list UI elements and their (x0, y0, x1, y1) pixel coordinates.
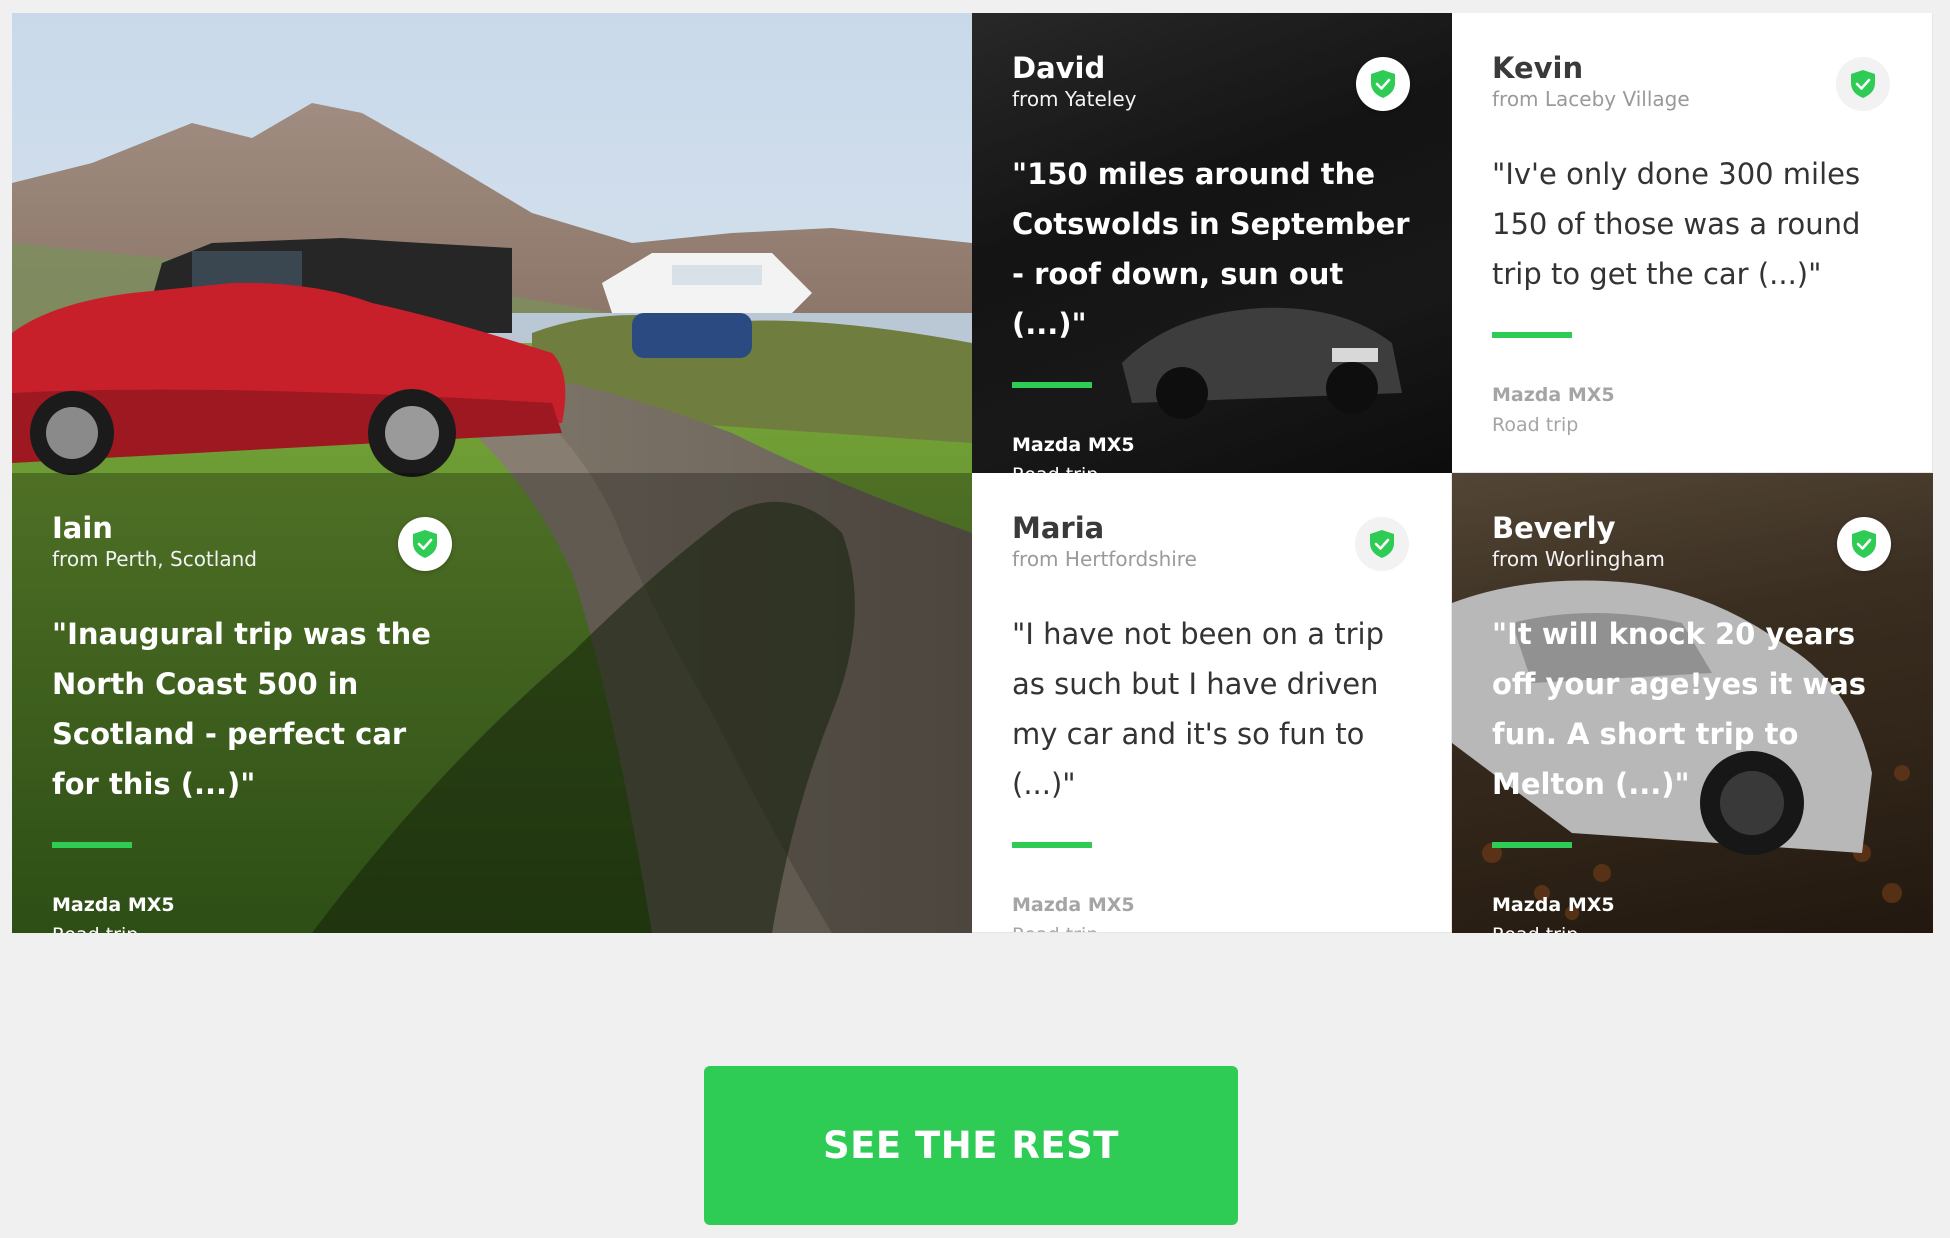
shield-check-icon (413, 530, 437, 558)
car-model: Mazda MX5 (1492, 894, 1615, 916)
accent-divider (1492, 842, 1572, 848)
car-model: Mazda MX5 (1492, 384, 1615, 406)
reviewer-location: from Worlingham (1492, 547, 1665, 571)
reviewer-location: from Laceby Village (1492, 87, 1690, 111)
testimonial-quote: "It will knock 20 years off your age!yes… (1492, 617, 1867, 801)
testimonial-card-iain[interactable]: Iain from Perth, Scotland "Inaugural tri… (12, 473, 972, 933)
shield-check-icon (1851, 70, 1875, 98)
verified-badge (398, 517, 452, 571)
testimonial-card-maria[interactable]: Maria from Hertfordshire "I have not bee… (972, 473, 1452, 933)
verified-badge (1355, 517, 1409, 571)
testimonial-card-kevin[interactable]: Kevin from Laceby Village "Iv'e only don… (1452, 13, 1933, 473)
trip-type: Road trip (1492, 920, 1893, 933)
verified-badge (1836, 57, 1890, 111)
reviewer-name: Maria (1012, 511, 1105, 545)
trip-type: Road trip (52, 920, 932, 933)
testimonial-card-beverly[interactable]: Beverly from Worlingham "It will knock 2… (1452, 473, 1933, 933)
reviewer-name: Kevin (1492, 51, 1584, 85)
car-model: Mazda MX5 (1012, 894, 1135, 916)
verified-badge (1837, 517, 1891, 571)
testimonial-quote: "150 miles around the Cotswolds in Septe… (1012, 157, 1410, 341)
verified-badge (1356, 57, 1410, 111)
shield-check-icon (1371, 70, 1395, 98)
see-the-rest-button[interactable]: SEE THE REST (704, 1066, 1238, 1225)
trip-type: Road trip (1012, 920, 1411, 932)
reviewer-name: Iain (52, 511, 113, 545)
accent-divider (1012, 382, 1092, 388)
car-model: Mazda MX5 (52, 894, 175, 916)
car-model: Mazda MX5 (1012, 434, 1135, 456)
trip-type: Road trip (1492, 414, 1579, 436)
accent-divider (1012, 842, 1092, 848)
testimonial-card-david[interactable]: David from Yateley "150 miles around the… (972, 13, 1452, 473)
reviewer-name: Beverly (1492, 511, 1616, 545)
reviewer-location: from Yateley (1012, 87, 1137, 111)
testimonial-quote: "Iv'e only done 300 miles 150 of those w… (1492, 157, 1861, 291)
reviewer-location: from Hertfordshire (1012, 547, 1197, 571)
testimonials-grid: David from Yateley "150 miles around the… (12, 13, 1933, 933)
testimonial-quote: "I have not been on a trip as such but I… (1012, 617, 1384, 801)
shield-check-icon (1370, 530, 1394, 558)
reviewer-location: from Perth, Scotland (52, 547, 257, 571)
accent-divider (1492, 332, 1572, 338)
testimonial-quote: "Inaugural trip was the North Coast 500 … (52, 617, 431, 801)
trip-type: Road trip (1012, 460, 1412, 473)
accent-divider (52, 842, 132, 848)
reviewer-name: David (1012, 51, 1106, 85)
shield-check-icon (1852, 530, 1876, 558)
